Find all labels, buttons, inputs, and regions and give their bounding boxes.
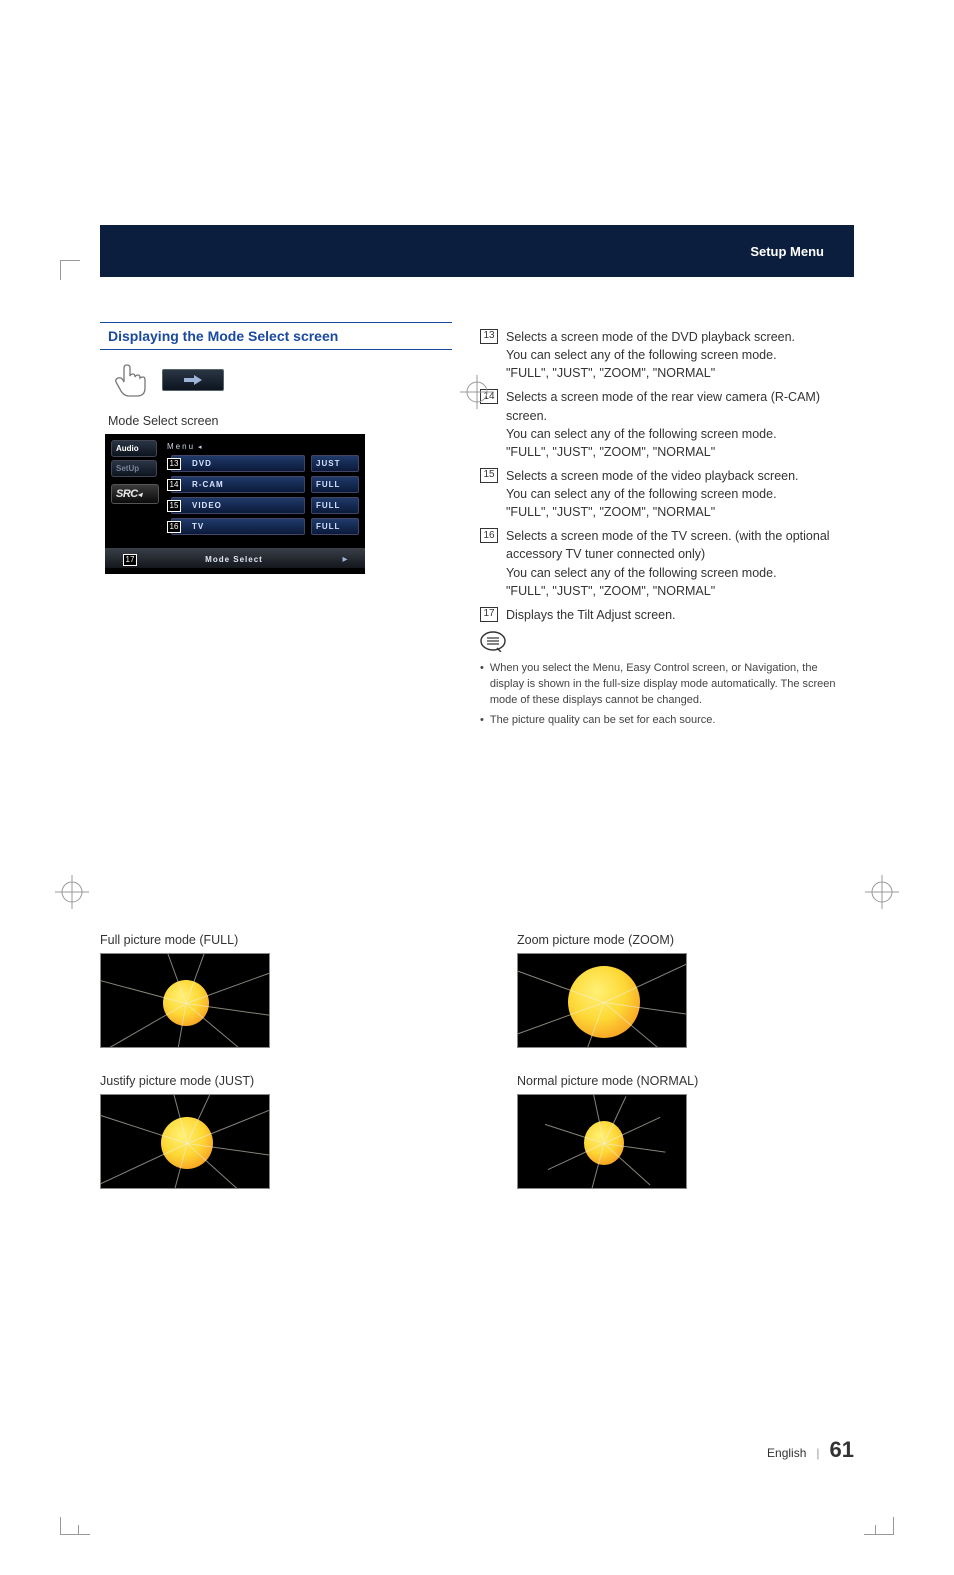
desc-item-17: 17 Displays the Tilt Adjust screen.	[480, 606, 854, 624]
desc-item-14: 14 Selects a screen mode of the rear vie…	[480, 388, 854, 461]
desc-text-15: Selects a screen mode of the video playb…	[506, 467, 854, 521]
desc-text-17: Displays the Tilt Adjust screen.	[506, 606, 854, 624]
menu-value-tv[interactable]: FULL	[311, 518, 359, 535]
mode-thumb-full	[100, 953, 270, 1048]
note-list: When you select the Menu, Easy Control s…	[480, 661, 854, 729]
desc-num-15: 15	[480, 468, 498, 483]
page-footer: English | 61	[767, 1437, 854, 1463]
menu-row-dvd: 13 DVD JUST	[165, 455, 359, 472]
desc-text-16: Selects a screen mode of the TV screen. …	[506, 527, 854, 600]
crop-corner-tl	[60, 260, 80, 280]
mode-label-just: Justify picture mode (JUST)	[100, 1074, 437, 1088]
note-1: When you select the Menu, Easy Control s…	[490, 661, 854, 709]
tab-audio[interactable]: Audio	[111, 440, 157, 457]
desc-text-14: Selects a screen mode of the rear view c…	[506, 388, 854, 461]
desc-num-17: 17	[480, 607, 498, 622]
mode-label-full: Full picture mode (FULL)	[100, 933, 437, 947]
mode-thumb-normal	[517, 1094, 687, 1189]
footer-separator: |	[816, 1446, 819, 1460]
callout-16: 16	[167, 521, 181, 533]
touch-hand-icon	[110, 360, 150, 400]
menu-item-video[interactable]: VIDEO	[171, 497, 305, 514]
callout-17: 17	[123, 554, 137, 566]
mode-select-caption: Mode Select screen	[108, 414, 452, 428]
footer-next-icon[interactable]: ▸	[331, 554, 359, 565]
registration-mark-top	[460, 375, 494, 409]
desc-item-13: 13 Selects a screen mode of the DVD play…	[480, 328, 854, 382]
crop-corner-br-inner	[864, 1525, 876, 1535]
menu-value-video[interactable]: FULL	[311, 497, 359, 514]
menu-row-tv: 16 TV FULL	[165, 518, 359, 535]
menu-collapse-icon: ◂	[198, 443, 204, 451]
mode-label-zoom: Zoom picture mode (ZOOM)	[517, 933, 854, 947]
callout-14: 14	[167, 479, 181, 491]
desc-item-16: 16 Selects a screen mode of the TV scree…	[480, 527, 854, 600]
footer-title: Mode Select	[137, 551, 331, 568]
mode-example-normal: Normal picture mode (NORMAL)	[517, 1074, 854, 1189]
menu-item-rcam[interactable]: R-CAM	[171, 476, 305, 493]
footer-language: English	[767, 1446, 806, 1460]
desc-text-13: Selects a screen mode of the DVD playbac…	[506, 328, 854, 382]
menu-value-dvd[interactable]: JUST	[311, 455, 359, 472]
mode-example-just: Justify picture mode (JUST)	[100, 1074, 437, 1189]
note-2: The picture quality can be set for each …	[490, 713, 716, 729]
desc-num-16: 16	[480, 528, 498, 543]
desc-num-13: 13	[480, 329, 498, 344]
mode-thumb-just	[100, 1094, 270, 1189]
header-bar: Setup Menu	[100, 225, 854, 277]
desc-item-15: 15 Selects a screen mode of the video pl…	[480, 467, 854, 521]
mode-select-screen: Audio SetUp SRC◂ Menu◂ 13 DVD JUST 14	[105, 434, 365, 574]
mode-thumb-zoom	[517, 953, 687, 1048]
section-title: Displaying the Mode Select screen	[100, 322, 452, 350]
callout-13: 13	[167, 458, 181, 470]
registration-mark-left	[55, 875, 89, 909]
menu-row-rcam: 14 R-CAM FULL	[165, 476, 359, 493]
header-title: Setup Menu	[750, 244, 824, 259]
registration-mark-right	[865, 875, 899, 909]
crop-corner-bl-inner	[78, 1525, 90, 1535]
menu-row-video: 15 VIDEO FULL	[165, 497, 359, 514]
tab-setup[interactable]: SetUp	[111, 460, 157, 477]
mode-example-zoom: Zoom picture mode (ZOOM)	[517, 933, 854, 1048]
menu-header: Menu◂	[165, 440, 359, 455]
footer-page-number: 61	[830, 1437, 854, 1463]
next-arrow-button[interactable]	[162, 369, 224, 391]
mode-example-full: Full picture mode (FULL)	[100, 933, 437, 1048]
tab-src[interactable]: SRC◂	[111, 484, 159, 504]
mode-label-normal: Normal picture mode (NORMAL)	[517, 1074, 854, 1088]
note-icon	[480, 630, 854, 657]
menu-value-rcam[interactable]: FULL	[311, 476, 359, 493]
menu-item-tv[interactable]: TV	[171, 518, 305, 535]
callout-15: 15	[167, 500, 181, 512]
menu-item-dvd[interactable]: DVD	[171, 455, 305, 472]
